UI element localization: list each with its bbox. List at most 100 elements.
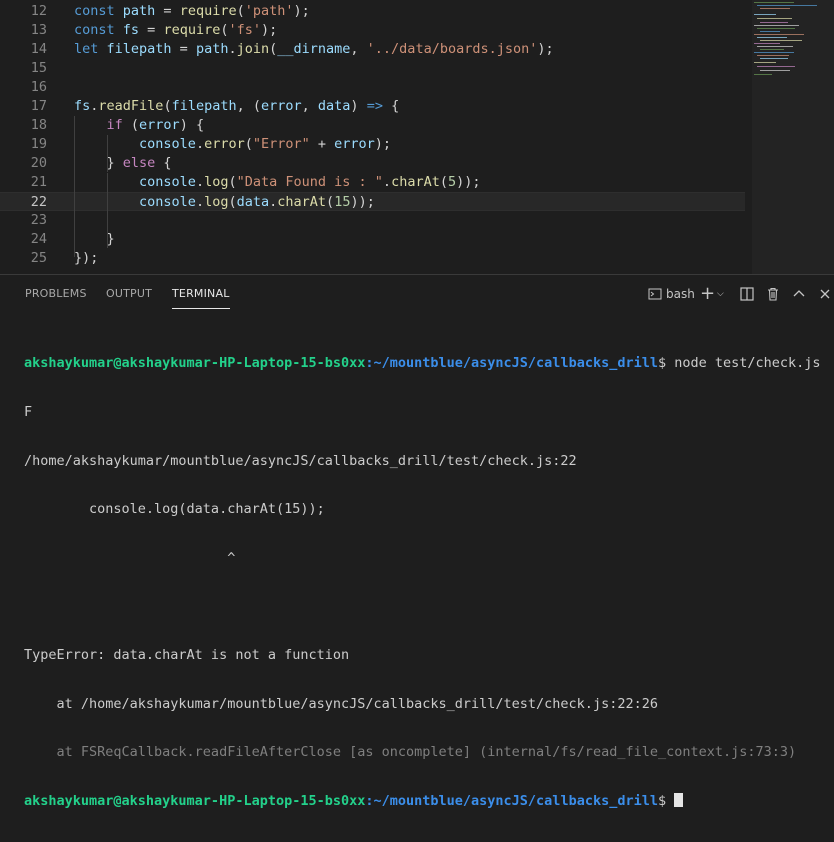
code-token: , — [350, 41, 367, 57]
line-number: 17 — [30, 98, 47, 114]
terminal-line: /home/akshaykumar/mountblue/asyncJS/call… — [24, 452, 577, 469]
code-token: filepath — [106, 41, 172, 57]
code-line[interactable]: 14 let filepath = path.join(__dirname, '.… — [0, 40, 745, 59]
code-text: } else { — [74, 154, 172, 173]
code-token: )); — [456, 174, 481, 190]
prompt-user: akshaykumar@akshaykumar-HP-Laptop-15-bs0… — [24, 792, 366, 809]
terminal-line: console.log(data.charAt(15)); — [24, 501, 325, 518]
terminal-line: ^ — [24, 549, 236, 566]
code-token: "Error" — [252, 136, 310, 152]
code-token: charAt — [391, 174, 440, 190]
code-line[interactable]: 21 console.log("Data Found is : ".charAt… — [0, 173, 745, 192]
minimap-line — [760, 8, 790, 9]
plus-icon[interactable]: + — [700, 283, 715, 304]
code-token: = — [171, 41, 196, 57]
code-token: ) { — [179, 117, 205, 133]
code-token: . — [195, 136, 205, 152]
code-token: . — [195, 174, 205, 190]
code-token: ( — [326, 194, 335, 210]
code-token: path — [122, 3, 156, 19]
prompt-path: :~/mountblue/asyncJS/callbacks_drill — [365, 355, 658, 372]
code-line[interactable]: 16 — [0, 78, 745, 97]
line-number: 13 — [30, 22, 47, 38]
code-text: } — [74, 230, 115, 249]
code-token: error — [204, 136, 245, 152]
code-text: console.error("Error" + error); — [74, 135, 391, 154]
minimap-line — [757, 37, 787, 38]
line-number: 22 — [30, 194, 47, 210]
panel-tabs: PROBLEMS OUTPUT TERMINAL bash + ⌵ — [0, 275, 834, 313]
code-line[interactable]: 18 if (error) { — [0, 116, 745, 135]
code-line[interactable]: 13 const fs = require('fs'); — [0, 21, 745, 40]
line-number: 21 — [30, 174, 47, 190]
terminal-cursor — [674, 792, 684, 807]
code-token: readFile — [98, 98, 164, 114]
line-number: 15 — [30, 60, 47, 76]
code-token: . — [382, 174, 392, 190]
code-line[interactable]: 19 console.error("Error" + error); — [0, 135, 745, 154]
code-token: ( — [228, 174, 237, 190]
code-token: = — [139, 22, 164, 38]
chevron-down-icon[interactable]: ⌵ — [717, 289, 724, 299]
code-token: ); — [293, 3, 310, 19]
code-line[interactable]: 17 fs.readFile(filepath, (error, data) =>… — [0, 97, 745, 116]
prompt-end: $ — [657, 792, 675, 809]
code-token: log — [204, 194, 229, 210]
line-number: 25 — [30, 250, 47, 266]
code-token: )); — [350, 194, 375, 210]
code-token: { — [382, 98, 400, 114]
bottom-panel: PROBLEMS OUTPUT TERMINAL bash + ⌵ akshay… — [0, 274, 834, 809]
line-number: 14 — [30, 41, 47, 57]
shell-label[interactable]: bash — [666, 287, 695, 301]
code-token: error — [261, 98, 302, 114]
code-token: } — [74, 231, 115, 247]
code-token: else — [122, 155, 156, 171]
code-token: '../data/boards.json' — [366, 41, 538, 57]
minimap-line — [760, 22, 788, 23]
terminal-output[interactable]: akshaykumar@akshaykumar-HP-Laptop-15-bs0… — [24, 323, 821, 842]
code-editor[interactable]: 12 const path = require('path'); 13 const f… — [0, 0, 834, 274]
code-token: 'fs' — [228, 22, 261, 38]
terminal-line: TypeError: data.charAt is not a function — [24, 647, 350, 664]
terminal-prompt-line: akshaykumar@akshaykumar-HP-Laptop-15-bs0… — [24, 355, 821, 371]
code-token: log — [204, 174, 229, 190]
code-text: fs.readFile(filepath, (error, data) => { — [74, 97, 399, 116]
tab-output[interactable]: OUTPUT — [106, 287, 152, 300]
code-token: data — [317, 98, 351, 114]
code-line[interactable]: 20 } else { — [0, 154, 745, 173]
minimap[interactable] — [752, 0, 834, 90]
minimap-line — [760, 70, 790, 71]
terminal-line-dim: at FSReqCallback.readFileAfterClose [as … — [24, 744, 797, 761]
code-line[interactable]: 15 — [0, 59, 745, 78]
code-token: const — [74, 3, 123, 19]
close-icon[interactable] — [818, 287, 832, 305]
code-token: }); — [74, 250, 99, 266]
minimap-line — [757, 5, 817, 6]
minimap-line — [754, 25, 799, 26]
terminal-line: F — [24, 404, 33, 421]
minimap-line — [757, 55, 789, 56]
split-icon[interactable] — [740, 287, 754, 305]
tab-terminal[interactable]: TERMINAL — [172, 287, 230, 309]
minimap-line — [754, 2, 794, 3]
chevron-up-icon[interactable] — [792, 287, 806, 305]
code-text: console.log("Data Found is : ".charAt(5)… — [74, 173, 481, 192]
code-token: if — [106, 117, 123, 133]
code-token: => — [366, 98, 383, 114]
code-token: require — [179, 3, 237, 19]
terminal-icon[interactable] — [648, 287, 662, 305]
code-text: const fs = require('fs'); — [74, 21, 277, 40]
code-line[interactable]: 24 } — [0, 230, 745, 249]
code-line[interactable]: 12 const path = require('path'); — [0, 2, 745, 21]
tab-problems[interactable]: PROBLEMS — [25, 287, 87, 300]
trash-icon[interactable] — [766, 287, 780, 305]
code-line[interactable]: 22 console.log(data.charAt(15)); — [0, 192, 745, 211]
code-token: __dirname — [277, 41, 351, 57]
code-line[interactable]: 25}); — [0, 249, 745, 268]
line-number: 23 — [30, 212, 47, 228]
code-line[interactable]: 23 — [0, 211, 745, 230]
code-token: console — [139, 194, 196, 210]
code-token: path — [195, 41, 229, 57]
minimap-line — [754, 74, 772, 75]
code-token: console — [139, 174, 196, 190]
